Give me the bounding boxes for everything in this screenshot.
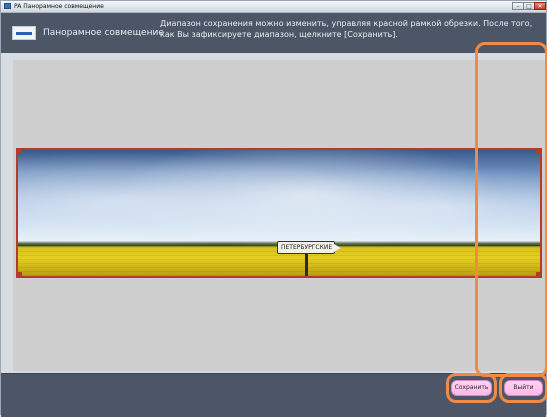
image-stage: ПЕТЕРБУРГСКИЕ	[13, 60, 545, 371]
crop-handle-bottom-left[interactable]	[16, 272, 22, 278]
panorama-image	[16, 148, 542, 278]
app-icon	[4, 3, 11, 9]
exit-button[interactable]: Выйти	[504, 380, 543, 396]
road-sign-post	[305, 254, 308, 276]
header-bar: Панорамное совмещение Диапазон сохранени…	[1, 13, 546, 53]
preview-area: ПЕТЕРБУРГСКИЕ	[13, 60, 545, 371]
save-button[interactable]: Сохранить	[451, 380, 492, 396]
header-title: Панорамное совмещение	[43, 28, 164, 38]
logo-icon	[12, 26, 36, 40]
close-button[interactable]: ✕	[534, 2, 546, 10]
window-title: PA Панорамное совмещение	[14, 3, 104, 10]
road-sign-text: ПЕТЕРБУРГСКИЕ	[281, 244, 333, 251]
panorama-window: PA Панорамное совмещение – □ ✕ Панорамно…	[0, 0, 547, 417]
title-bar: PA Панорамное совмещение – □ ✕	[1, 1, 546, 13]
highlight-outline-right	[475, 42, 547, 377]
road-sign: ПЕТЕРБУРГСКИЕ	[277, 241, 335, 254]
crop-handle-top-left[interactable]	[16, 148, 22, 154]
